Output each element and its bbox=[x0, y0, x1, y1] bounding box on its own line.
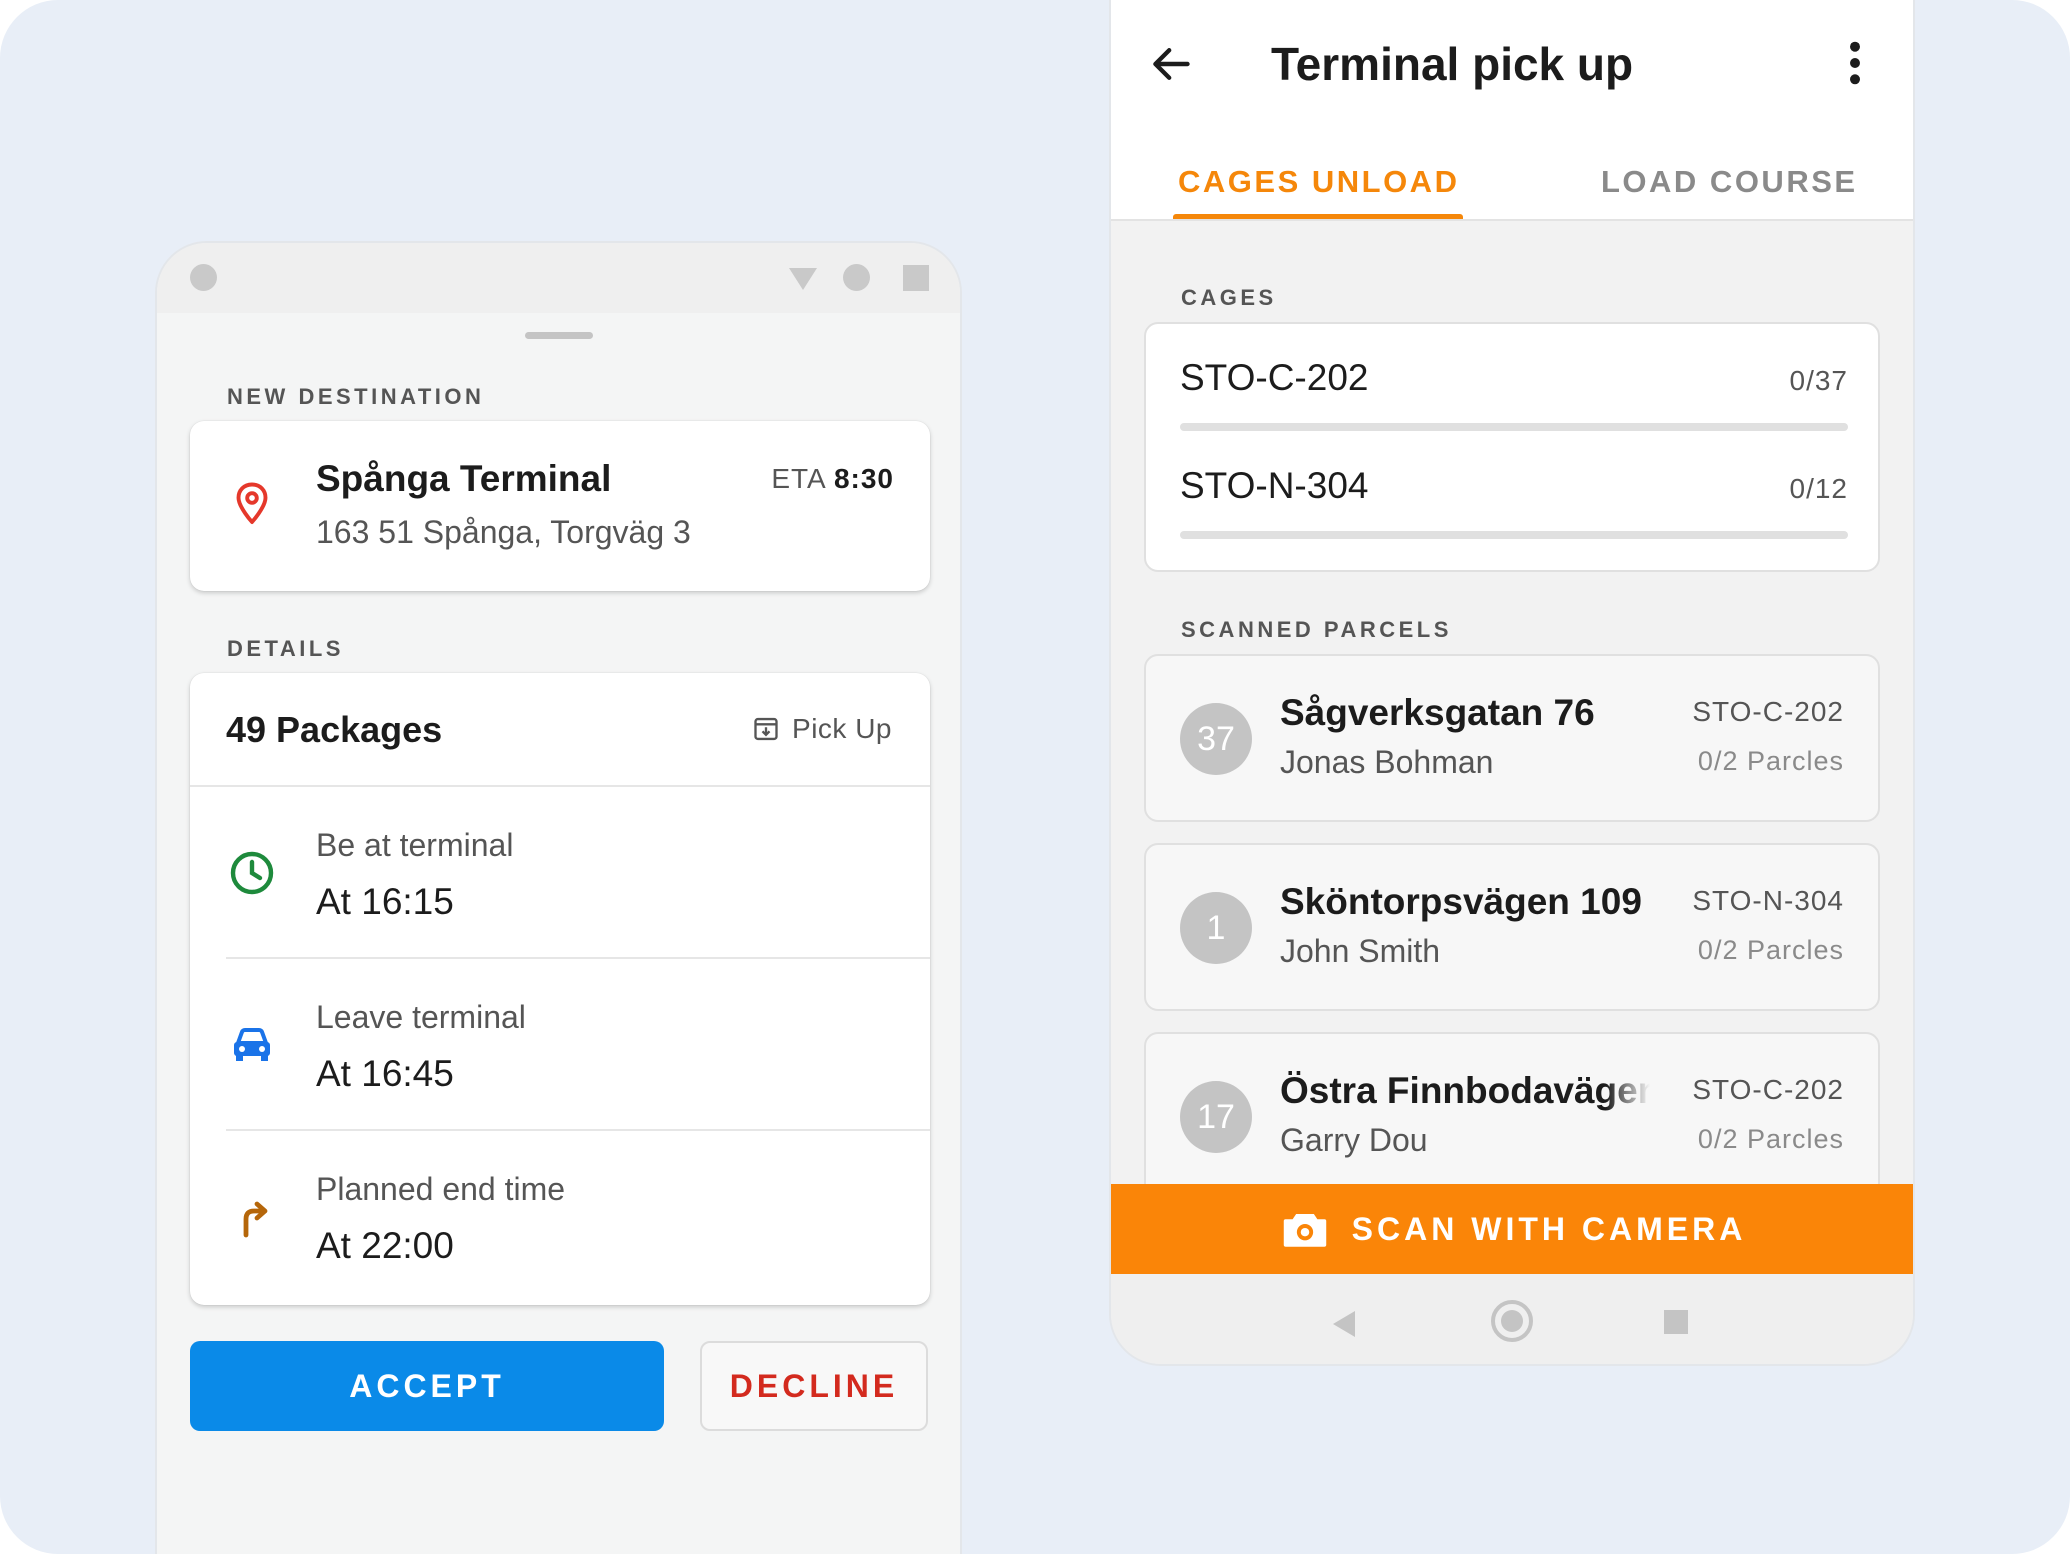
tab-load-course[interactable]: LOAD COURSE bbox=[1601, 164, 1858, 200]
cage-item[interactable]: STO-N-304 0/12 bbox=[1180, 465, 1848, 545]
background: NEW DESTINATION Spånga Terminal 163 51 S… bbox=[0, 0, 2070, 1554]
sheet-drag-handle[interactable] bbox=[525, 332, 593, 339]
parcel-recipient: John Smith bbox=[1280, 933, 1441, 969]
parcel-recipient: Garry Dou bbox=[1280, 1122, 1428, 1158]
cages-card: STO-C-202 0/37 STO-N-304 0/12 bbox=[1144, 322, 1880, 572]
more-vertical-icon[interactable] bbox=[1847, 40, 1863, 86]
cage-name: STO-C-202 bbox=[1180, 357, 1369, 398]
camera-dot-icon bbox=[190, 264, 217, 291]
parcel-street: Sågverksgatan 76 bbox=[1280, 692, 1595, 733]
detail-label: Planned end time bbox=[316, 1171, 566, 1207]
system-nav-bar bbox=[1111, 1274, 1913, 1364]
eta: ETA 8:30 bbox=[771, 463, 894, 495]
turn-right-arrow-icon bbox=[243, 1201, 268, 1238]
back-arrow-icon[interactable] bbox=[1149, 42, 1193, 86]
pickup-label: Pick Up bbox=[792, 713, 892, 744]
car-icon bbox=[234, 1028, 270, 1061]
detail-label: Be at terminal bbox=[316, 827, 514, 863]
pickup-badge: Pick Up bbox=[752, 713, 892, 745]
parcel-card[interactable]: 1 Sköntorpsvägen 109 John Smith STO-N-30… bbox=[1144, 843, 1880, 1011]
camera-icon bbox=[1283, 1213, 1326, 1247]
details-label: DETAILS bbox=[227, 636, 344, 661]
parcel-card[interactable]: 17 Östra Finnbodavägen Garry Dou STO-C-2… bbox=[1144, 1032, 1880, 1200]
parcel-card[interactable]: 37 Sågverksgatan 76 Jonas Bohman STO-C-2… bbox=[1144, 654, 1880, 822]
parcel-street: Östra Finnbodavägen bbox=[1280, 1070, 1650, 1111]
tab-cages-unload[interactable]: CAGES UNLOAD bbox=[1178, 164, 1459, 200]
nav-recent-apps-icon[interactable] bbox=[1664, 1310, 1688, 1334]
parcel-recipient: Jonas Bohman bbox=[1280, 744, 1494, 780]
status-bar bbox=[157, 243, 960, 313]
destination-name: Spånga Terminal bbox=[316, 458, 612, 499]
active-tab-indicator bbox=[1173, 214, 1463, 219]
battery-icon bbox=[843, 264, 870, 291]
parcel-cage: STO-N-304 bbox=[1692, 885, 1844, 916]
eta-time: 8:30 bbox=[833, 463, 894, 494]
detail-row-planned-end: Planned end time At 22:00 bbox=[190, 1131, 930, 1303]
detail-row-leave-terminal: Leave terminal At 16:45 bbox=[190, 959, 930, 1131]
parcel-number-badge: 37 bbox=[1180, 703, 1252, 775]
archive-icon bbox=[754, 717, 778, 741]
destination-address: 163 51 Spånga, Torgväg 3 bbox=[316, 514, 691, 550]
parcel-count: 0/2 Parcles bbox=[1697, 1124, 1844, 1154]
package-count: 49 Packages bbox=[226, 709, 443, 750]
signal-icon bbox=[789, 268, 817, 290]
nav-home-icon[interactable] bbox=[1491, 1300, 1533, 1342]
cage-count: 0/12 bbox=[1789, 473, 1848, 504]
scan-with-camera-button[interactable]: SCAN WITH CAMERA bbox=[1111, 1184, 1913, 1274]
packages-row: 49 Packages Pick Up bbox=[190, 673, 930, 787]
page-title: Terminal pick up bbox=[1271, 38, 1634, 90]
phone-right: Terminal pick up CAGES UNLOAD LOAD COURS… bbox=[1109, 0, 1915, 1366]
parcel-number-badge: 17 bbox=[1180, 1081, 1252, 1153]
parcel-street: Sköntorpsvägen 109 bbox=[1280, 881, 1642, 922]
scanned-parcels-label: SCANNED PARCELS bbox=[1181, 617, 1452, 642]
parcel-number-badge: 1 bbox=[1180, 892, 1252, 964]
detail-label: Leave terminal bbox=[316, 999, 526, 1035]
decline-button[interactable]: DECLINE bbox=[700, 1341, 928, 1431]
cage-name: STO-N-304 bbox=[1180, 465, 1369, 506]
accept-button[interactable]: ACCEPT bbox=[190, 1341, 664, 1431]
cages-label: CAGES bbox=[1181, 285, 1277, 310]
wifi-icon bbox=[903, 265, 929, 291]
parcel-cage: STO-C-202 bbox=[1692, 1074, 1844, 1105]
parcel-count: 0/2 Parcles bbox=[1697, 746, 1844, 776]
parcel-cage: STO-C-202 bbox=[1692, 696, 1844, 727]
detail-value: At 22:00 bbox=[316, 1225, 454, 1266]
detail-row-be-at-terminal: Be at terminal At 16:15 bbox=[190, 787, 930, 959]
cage-count: 0/37 bbox=[1789, 365, 1848, 396]
new-destination-label: NEW DESTINATION bbox=[227, 384, 485, 409]
scan-label: SCAN WITH CAMERA bbox=[1351, 1210, 1747, 1247]
cage-progress-bar bbox=[1180, 423, 1848, 431]
location-pin-icon bbox=[236, 482, 268, 524]
cage-item[interactable]: STO-C-202 0/37 bbox=[1180, 357, 1848, 437]
phone-left: NEW DESTINATION Spånga Terminal 163 51 S… bbox=[155, 241, 962, 1554]
parcel-count: 0/2 Parcles bbox=[1697, 935, 1844, 965]
nav-back-icon[interactable] bbox=[1333, 1311, 1355, 1337]
detail-value: At 16:45 bbox=[316, 1053, 454, 1094]
app-header: Terminal pick up CAGES UNLOAD LOAD COURS… bbox=[1111, 0, 1913, 221]
clock-icon bbox=[230, 851, 274, 895]
details-card: 49 Packages Pick Up Be at terminal At 16… bbox=[190, 673, 930, 1305]
destination-card[interactable]: Spånga Terminal 163 51 Spånga, Torgväg 3… bbox=[190, 421, 930, 591]
detail-value: At 16:15 bbox=[316, 881, 454, 922]
cage-progress-bar bbox=[1180, 531, 1848, 539]
eta-label: ETA bbox=[771, 463, 826, 494]
